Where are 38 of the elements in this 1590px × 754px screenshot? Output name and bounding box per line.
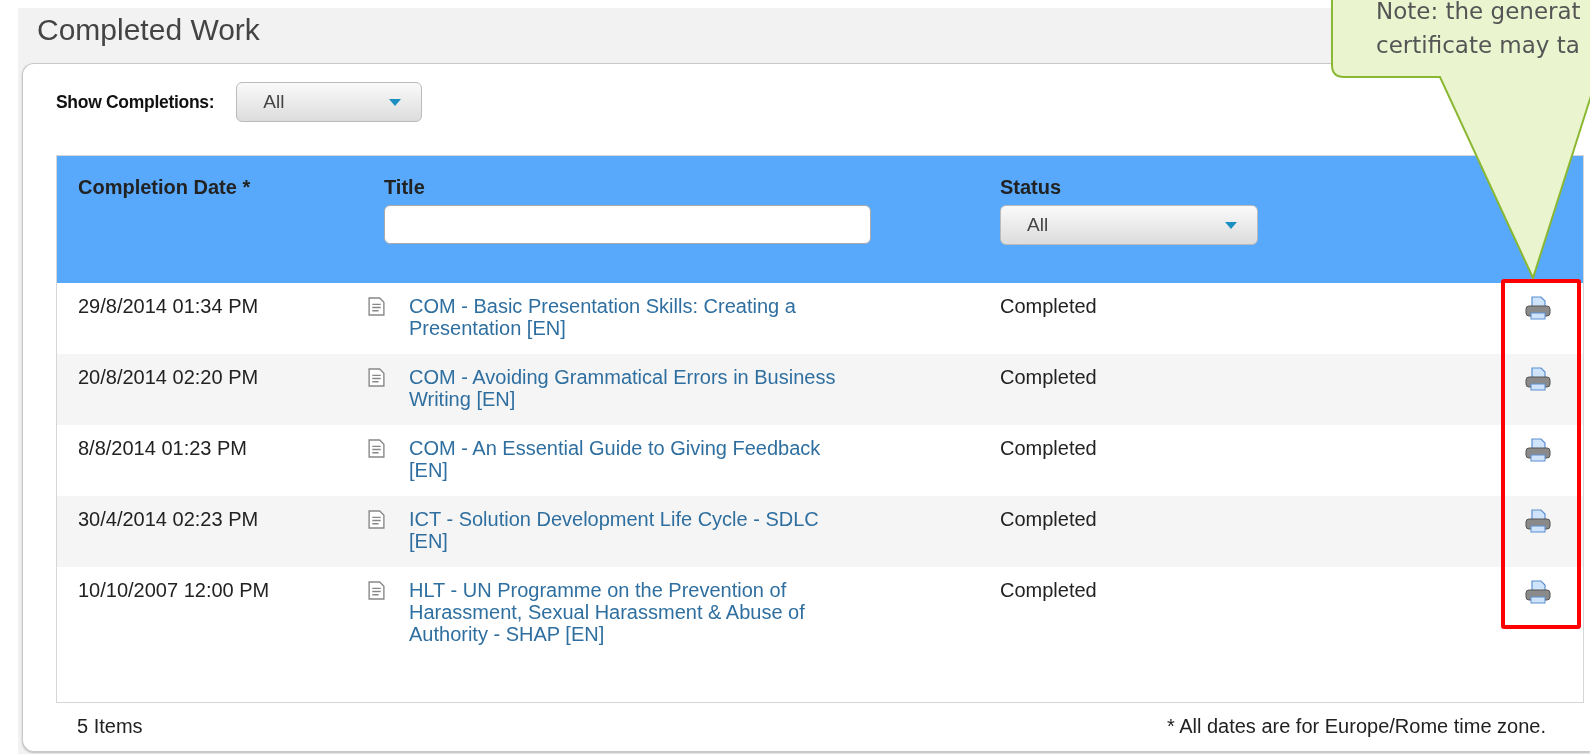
document-icon xyxy=(368,297,385,316)
printer-icon[interactable] xyxy=(1524,366,1552,392)
date-cell-text: 8/8/2014 01:23 PM xyxy=(77,437,248,461)
filter-label: Show Completions: xyxy=(56,91,215,113)
completions-dropdown[interactable]: All xyxy=(236,82,423,122)
timezone-note: * All dates are for Europe/Rome time zone. xyxy=(1166,715,1546,738)
document-icon xyxy=(368,439,385,458)
date-cell-text: 10/10/2007 12:00 PM xyxy=(77,579,271,603)
course-link[interactable]: COM - Avoiding Grammatical Errors in Business Writing [EN] xyxy=(409,366,837,410)
document-icon xyxy=(368,581,385,600)
course-link[interactable]: HLT - UN Programme on the Prevention of Harassment, Sexual Harassment & Abuse of Authority - SHAP [EN] xyxy=(409,579,837,645)
status-cell-text: Completed xyxy=(1000,366,1098,390)
printer-icon[interactable] xyxy=(1524,579,1552,605)
column-header: Status xyxy=(1000,176,1062,199)
column-header: Completion Date * xyxy=(78,176,251,199)
date-cell-text: 20/8/2014 02:20 PM xyxy=(77,366,260,390)
status-cell-text: Completed xyxy=(1000,508,1098,532)
callout-text: Note: the generat certificate may ta xyxy=(1376,0,1581,60)
printer-icon[interactable] xyxy=(1524,508,1552,534)
printer-icon[interactable] xyxy=(1524,437,1552,463)
caret-icon xyxy=(1225,221,1237,229)
item-count: 5 Items xyxy=(77,715,143,738)
status-dropdown[interactable]: All xyxy=(1000,205,1258,245)
course-link[interactable]: COM - Basic Presentation Skills: Creating a Presentation [EN] xyxy=(409,295,837,339)
caret-icon xyxy=(389,98,402,106)
course-link[interactable]: COM - An Essential Guide to Giving Feedback [EN] xyxy=(409,437,837,481)
status-cell-text: Completed xyxy=(1000,579,1098,603)
course-link[interactable]: ICT - Solution Development Life Cycle - SDLC [EN] xyxy=(409,508,837,552)
status-cell-text: Completed xyxy=(1000,437,1098,461)
document-icon xyxy=(368,510,385,529)
printer-icon[interactable] xyxy=(1524,295,1552,321)
document-icon xyxy=(368,368,385,387)
date-cell-text: 29/8/2014 01:34 PM xyxy=(77,295,260,319)
column-header: Title xyxy=(384,176,425,199)
page-title: Completed Work xyxy=(37,12,260,48)
title-filter-field[interactable] xyxy=(384,205,871,244)
date-cell-text: 30/4/2014 02:23 PM xyxy=(77,508,260,532)
status-cell-text: Completed xyxy=(1000,295,1098,319)
